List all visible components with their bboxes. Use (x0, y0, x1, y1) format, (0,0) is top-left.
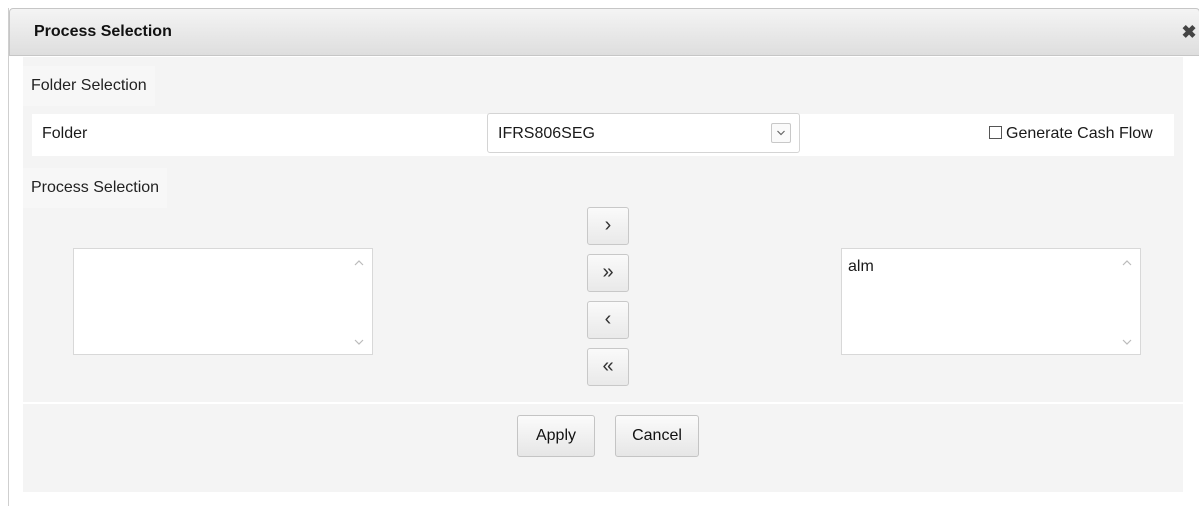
move-left-button[interactable]: ‹ (587, 301, 629, 339)
dialog-body: Folder Selection Folder IFRS806SEG Gener… (23, 57, 1183, 402)
folder-label: Folder (42, 125, 88, 142)
folder-select-value: IFRS806SEG (498, 125, 595, 142)
move-right-button[interactable]: › (587, 207, 629, 245)
scroll-down-icon[interactable] (354, 338, 364, 346)
cancel-button[interactable]: Cancel (615, 415, 699, 457)
scroll-up-icon[interactable] (1122, 259, 1132, 267)
dialog-titlebar: Process Selection ✖ (9, 8, 1199, 56)
generate-cash-flow-label: Generate Cash Flow (1006, 125, 1153, 142)
dialog-footer: Apply Cancel (23, 404, 1183, 492)
generate-cash-flow-option[interactable]: Generate Cash Flow (989, 125, 1153, 143)
scroll-up-icon[interactable] (354, 259, 364, 267)
scroll-down-icon[interactable] (1122, 338, 1132, 346)
available-processes-list[interactable] (73, 248, 373, 355)
folder-selection-header: Folder Selection (23, 66, 155, 106)
folder-row: Folder IFRS806SEG Generate Cash Flow (32, 113, 1174, 156)
chevron-down-icon[interactable] (771, 123, 791, 143)
move-all-left-button[interactable]: « (587, 348, 629, 386)
list-item[interactable]: alm (848, 258, 874, 276)
folder-select[interactable]: IFRS806SEG (487, 113, 800, 153)
generate-cash-flow-checkbox[interactable] (989, 126, 1002, 139)
selected-processes-list[interactable]: alm (841, 248, 1141, 355)
apply-button[interactable]: Apply (517, 415, 595, 457)
close-icon[interactable]: ✖ (1181, 23, 1197, 41)
dialog-title: Process Selection (34, 23, 172, 40)
process-selection-header: Process Selection (23, 168, 168, 208)
move-all-right-button[interactable]: » (587, 254, 629, 292)
